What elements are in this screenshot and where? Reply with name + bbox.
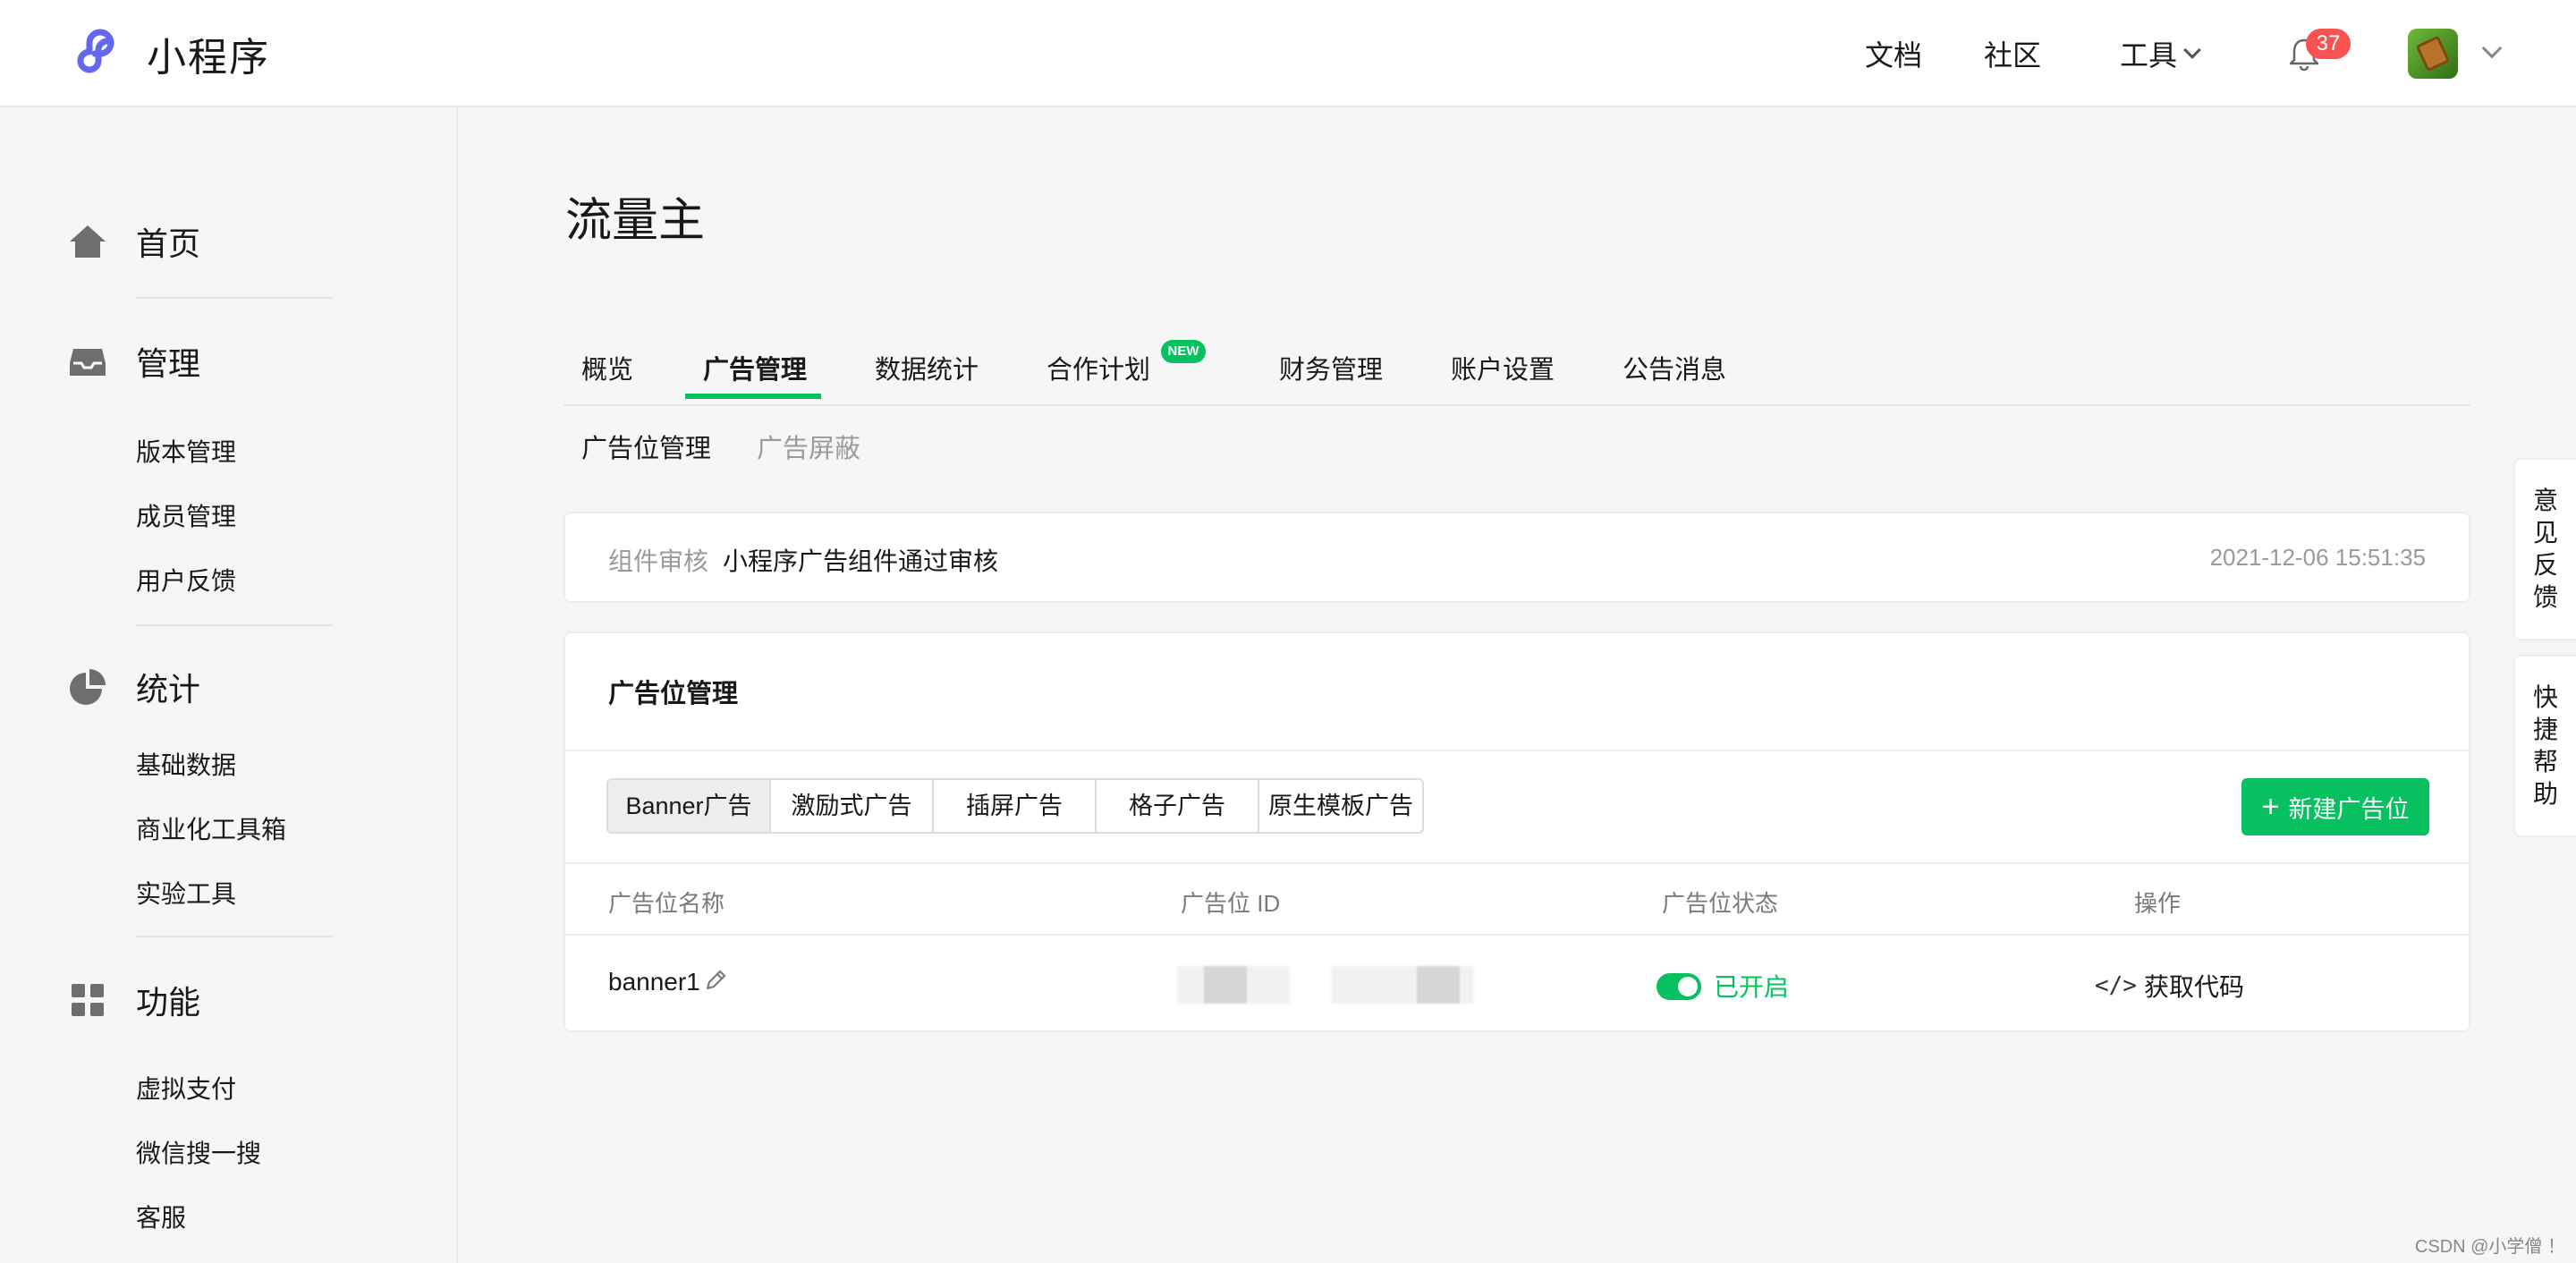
ad-type-segmented: Banner广告 激励式广告 插屏广告 格子广告 原生模板广告 xyxy=(606,778,1424,834)
pie-chart-icon xyxy=(70,669,106,705)
watermark: CSDN @小学僧 ！ xyxy=(2414,1237,2565,1257)
ad-type-rewarded[interactable]: 激励式广告 xyxy=(771,780,934,832)
page-title: 流量主 xyxy=(565,195,706,247)
help-char: 助 xyxy=(2532,780,2558,808)
logo[interactable]: 小程序 xyxy=(70,25,270,82)
subtab-ad-block[interactable]: 广告屏蔽 xyxy=(757,428,860,465)
review-time: 2021-12-06 15:51:35 xyxy=(2209,544,2426,571)
sidebar-item-customer-service[interactable]: 客服 xyxy=(136,1199,186,1234)
quick-help-float-button[interactable]: 快 捷 帮 助 xyxy=(2513,655,2576,837)
ad-card-title: 广告位管理 xyxy=(608,680,739,708)
tab-account-settings[interactable]: 账户设置 xyxy=(1451,349,1555,406)
feedback-float-button[interactable]: 意 见 反 馈 xyxy=(2513,458,2576,640)
app-title: 小程序 xyxy=(147,36,270,80)
new-ad-slot-button[interactable]: + 新建广告位 xyxy=(2241,778,2429,835)
subtab-ad-slot-management[interactable]: 广告位管理 xyxy=(581,428,711,465)
chevron-down-icon[interactable] xyxy=(2481,38,2503,59)
divider xyxy=(565,862,2469,864)
sidebar-group-label: 管理 xyxy=(136,345,201,382)
feedback-char: 见 xyxy=(2532,519,2558,547)
tab-finance[interactable]: 财务管理 xyxy=(1279,349,1383,406)
get-code-link[interactable]: </> 获取代码 xyxy=(2095,968,2244,1004)
status-text: 已开启 xyxy=(1714,973,1790,1001)
nav-community[interactable]: 社区 xyxy=(1984,0,2041,107)
sidebar-item-virtual-pay[interactable]: 虚拟支付 xyxy=(136,1070,236,1106)
feedback-char: 反 xyxy=(2532,551,2558,579)
status-toggle[interactable] xyxy=(1657,973,1701,1000)
review-text: 小程序广告组件通过审核 xyxy=(723,547,999,575)
ad-type-interstitial[interactable]: 插屏广告 xyxy=(934,780,1097,832)
new-badge: NEW xyxy=(1161,340,1206,363)
feedback-char: 馈 xyxy=(2532,583,2558,611)
divider xyxy=(136,297,333,299)
grid-icon xyxy=(72,984,104,1016)
tab-announcements[interactable]: 公告消息 xyxy=(1623,349,1726,406)
tab-partnership[interactable]: 合作计划 xyxy=(1046,349,1150,406)
miniprogram-logo-icon xyxy=(77,29,114,73)
column-header-action: 操作 xyxy=(2134,890,2182,917)
tab-data-stats[interactable]: 数据统计 xyxy=(875,349,979,406)
column-header-status: 广告位状态 xyxy=(1662,890,1779,917)
ad-slot-name: banner1 xyxy=(608,968,700,996)
ad-slot-id-redacted xyxy=(1177,966,1290,1004)
home-icon xyxy=(70,225,106,258)
avatar[interactable] xyxy=(2408,29,2458,79)
sidebar-group-label: 统计 xyxy=(136,671,201,708)
tab-overview[interactable]: 概览 xyxy=(581,349,633,406)
feedback-char: 意 xyxy=(2532,487,2558,514)
sidebar-group-label: 功能 xyxy=(136,984,201,1021)
help-char: 捷 xyxy=(2532,716,2558,743)
review-label: 组件审核 xyxy=(608,547,709,575)
divider xyxy=(565,934,2469,936)
code-icon: </> xyxy=(2095,972,2137,999)
sidebar-item-wechat-search[interactable]: 微信搜一搜 xyxy=(136,1134,261,1170)
ad-type-native-template[interactable]: 原生模板广告 xyxy=(1259,780,1422,832)
nav-docs[interactable]: 文档 xyxy=(1865,0,1922,107)
sidebar-item-experiment[interactable]: 实验工具 xyxy=(136,875,236,911)
sidebar: 首页 管理 版本管理 成员管理 用户反馈 统计 基础数据 商业化工具箱 实验工具… xyxy=(0,107,458,1263)
column-header-name: 广告位名称 xyxy=(608,890,725,917)
sidebar-group-stats[interactable]: 统计 xyxy=(68,664,200,710)
active-tab-indicator xyxy=(685,394,821,399)
ad-type-grid[interactable]: 格子广告 xyxy=(1097,780,1259,832)
ad-type-banner[interactable]: Banner广告 xyxy=(608,780,771,832)
top-header: 小程序 文档 社区 工具 37 xyxy=(0,0,2576,107)
plus-icon: + xyxy=(2261,790,2280,824)
sidebar-item-home[interactable]: 首页 xyxy=(68,218,200,265)
notification-badge: 37 xyxy=(2306,29,2351,59)
inbox-icon xyxy=(70,349,106,376)
sidebar-item-commerce-tools[interactable]: 商业化工具箱 xyxy=(136,810,286,846)
divider xyxy=(136,936,333,937)
sidebar-item-members[interactable]: 成员管理 xyxy=(136,497,236,533)
new-ad-slot-label: 新建广告位 xyxy=(2288,795,2410,823)
sidebar-group-features[interactable]: 功能 xyxy=(68,977,200,1023)
nav-tools[interactable]: 工具 xyxy=(2120,0,2201,107)
ad-slot-id-redacted xyxy=(1331,966,1474,1004)
sidebar-group-manage[interactable]: 管理 xyxy=(68,338,200,385)
review-status-card: 组件审核 小程序广告组件通过审核 2021-12-06 15:51:35 xyxy=(564,512,2470,603)
main-tabs: 概览 广告管理 数据统计 合作计划 财务管理 账户设置 公告消息 xyxy=(564,340,2470,406)
divider xyxy=(565,750,2469,751)
nav-tools-label: 工具 xyxy=(2120,39,2178,72)
help-char: 帮 xyxy=(2532,748,2558,776)
get-code-label: 获取代码 xyxy=(2143,973,2244,1001)
sidebar-group-label: 首页 xyxy=(136,225,201,262)
column-header-id: 广告位 ID xyxy=(1181,890,1281,917)
divider xyxy=(136,624,333,626)
sidebar-item-basic-data[interactable]: 基础数据 xyxy=(136,746,236,782)
sidebar-item-feedback[interactable]: 用户反馈 xyxy=(136,562,236,598)
edit-pencil-icon[interactable] xyxy=(703,968,728,993)
ad-slot-card: 广告位管理 Banner广告 激励式广告 插屏广告 格子广告 原生模板广告 + … xyxy=(564,632,2470,1032)
sidebar-item-version[interactable]: 版本管理 xyxy=(136,433,236,469)
help-char: 快 xyxy=(2532,683,2558,711)
chevron-down-icon xyxy=(2183,41,2201,59)
